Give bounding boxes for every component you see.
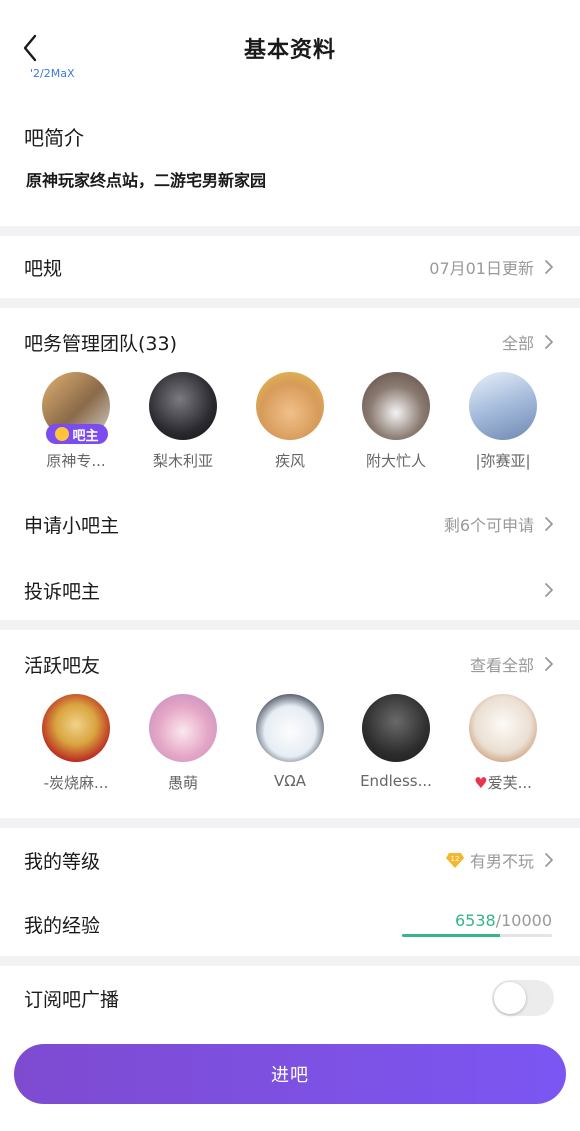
team-all-link: 全部 [501, 334, 534, 353]
member-name: 愚萌 [167, 774, 198, 792]
avatar [256, 694, 324, 762]
active-member[interactable]: ♥爱芙... [453, 694, 553, 793]
chevron-right-icon [545, 260, 553, 274]
avatar [42, 694, 110, 762]
top-bar: 基本资料 '2/2MaX [0, 0, 580, 96]
member-name: Endless... [360, 772, 432, 790]
team-member[interactable]: 疾风 [240, 372, 340, 471]
exp-max: 10000 [501, 911, 552, 930]
apply-row[interactable]: 申请小吧主 剩6个可申请 [0, 494, 580, 554]
team-member[interactable]: 附大忙人 [346, 372, 446, 471]
avatar [362, 694, 430, 762]
intro-text: 原神玩家终点站，二游宅男新家园 [26, 171, 267, 190]
avatar [362, 372, 430, 440]
heart-icon: ♥ [474, 774, 488, 792]
chevron-right-icon [545, 517, 553, 531]
exp-row: 我的经验 6538/10000 [0, 894, 580, 954]
chevron-right-icon [545, 853, 553, 867]
page-title: 基本资料 [243, 38, 336, 63]
member-name: -炭烧麻... [43, 774, 109, 792]
exp-numbers: 6538/10000 [454, 911, 552, 930]
chevron-right-icon [545, 335, 553, 349]
avatar [256, 372, 324, 440]
team-member[interactable]: 梨木利亚 [133, 372, 233, 471]
rules-updated: 07月01日更新 [429, 259, 534, 278]
chevron-right-icon [545, 657, 553, 671]
exp-label: 我的经验 [24, 914, 101, 937]
team-member[interactable]: |弥赛亚| [453, 372, 553, 471]
crown-icon [55, 427, 70, 441]
bottom-bar: 进吧 [0, 1030, 580, 1131]
exp-progress-fill [402, 934, 501, 937]
team-card: 吧务管理团队(33) 全部 吧主 原神专... 梨木利亚 疾风 附大忙人 |弥赛… [0, 308, 580, 620]
level-label: 我的等级 [24, 850, 101, 873]
member-name: VΩA [274, 772, 306, 790]
level-card: 我的等级 12 有男不玩 我的经验 6538/10000 [0, 828, 580, 956]
level-gem-icon: 12 [445, 853, 464, 868]
level-title: 有男不玩 [469, 852, 534, 871]
rules-card: 吧规 07月01日更新 [0, 236, 580, 298]
member-name: 疾风 [274, 452, 305, 470]
team-header-row[interactable]: 吧务管理团队(33) 全部 [0, 312, 580, 372]
member-name: ♥爱芙... [474, 774, 532, 792]
subscribe-toggle[interactable] [492, 980, 554, 1016]
team-label: 吧务管理团队(33) [24, 332, 178, 355]
active-avatars: -炭烧麻... 愚萌 VΩA Endless... ♥爱芙... [0, 694, 580, 804]
avatar [469, 372, 537, 440]
toggle-knob [494, 982, 526, 1014]
active-header-row[interactable]: 活跃吧友 查看全部 [0, 634, 580, 694]
team-member[interactable]: 吧主 原神专... [26, 372, 126, 471]
member-name: |弥赛亚| [475, 452, 531, 470]
owner-badge: 吧主 [46, 424, 108, 444]
active-member[interactable]: 愚萌 [133, 694, 233, 793]
level-number: 12 [451, 855, 460, 863]
complain-row[interactable]: 投诉吧主 [0, 560, 580, 620]
member-name: 梨木利亚 [152, 452, 213, 470]
active-member[interactable]: Endless... [346, 694, 446, 790]
truncated-text: '2/2MaX [30, 67, 75, 78]
active-all-link: 查看全部 [469, 656, 534, 675]
rules-row[interactable]: 吧规 07月01日更新 [0, 237, 580, 297]
avatar [469, 694, 537, 762]
complain-label: 投诉吧主 [24, 580, 101, 603]
apply-remaining: 剩6个可申请 [443, 516, 534, 535]
subscribe-row: 订阅吧广播 [0, 968, 580, 1028]
avatar [149, 694, 217, 762]
subscribe-card: 订阅吧广播 [0, 966, 580, 1030]
intro-card: 吧简介 原神玩家终点站，二游宅男新家园 [0, 96, 580, 226]
rules-label: 吧规 [24, 257, 63, 280]
exp-current: 6538 [454, 911, 496, 930]
avatar [149, 372, 217, 440]
team-avatars: 吧主 原神专... 梨木利亚 疾风 附大忙人 |弥赛亚| [0, 372, 580, 482]
member-name: 附大忙人 [365, 452, 426, 470]
active-label: 活跃吧友 [24, 654, 101, 677]
active-card: 活跃吧友 查看全部 -炭烧麻... 愚萌 VΩA Endless... ♥爱芙.… [0, 630, 580, 818]
chevron-right-icon [545, 583, 553, 597]
exp-progress-bar [402, 934, 552, 937]
active-member[interactable]: -炭烧麻... [26, 694, 126, 793]
apply-label: 申请小吧主 [24, 514, 120, 537]
subscribe-label: 订阅吧广播 [24, 988, 120, 1011]
level-row[interactable]: 我的等级 12 有男不玩 [0, 830, 580, 890]
member-name: 原神专... [46, 452, 106, 470]
active-member[interactable]: VΩA [240, 694, 340, 790]
enter-forum-button[interactable]: 进吧 [14, 1044, 566, 1104]
intro-label: 吧简介 [24, 126, 84, 150]
